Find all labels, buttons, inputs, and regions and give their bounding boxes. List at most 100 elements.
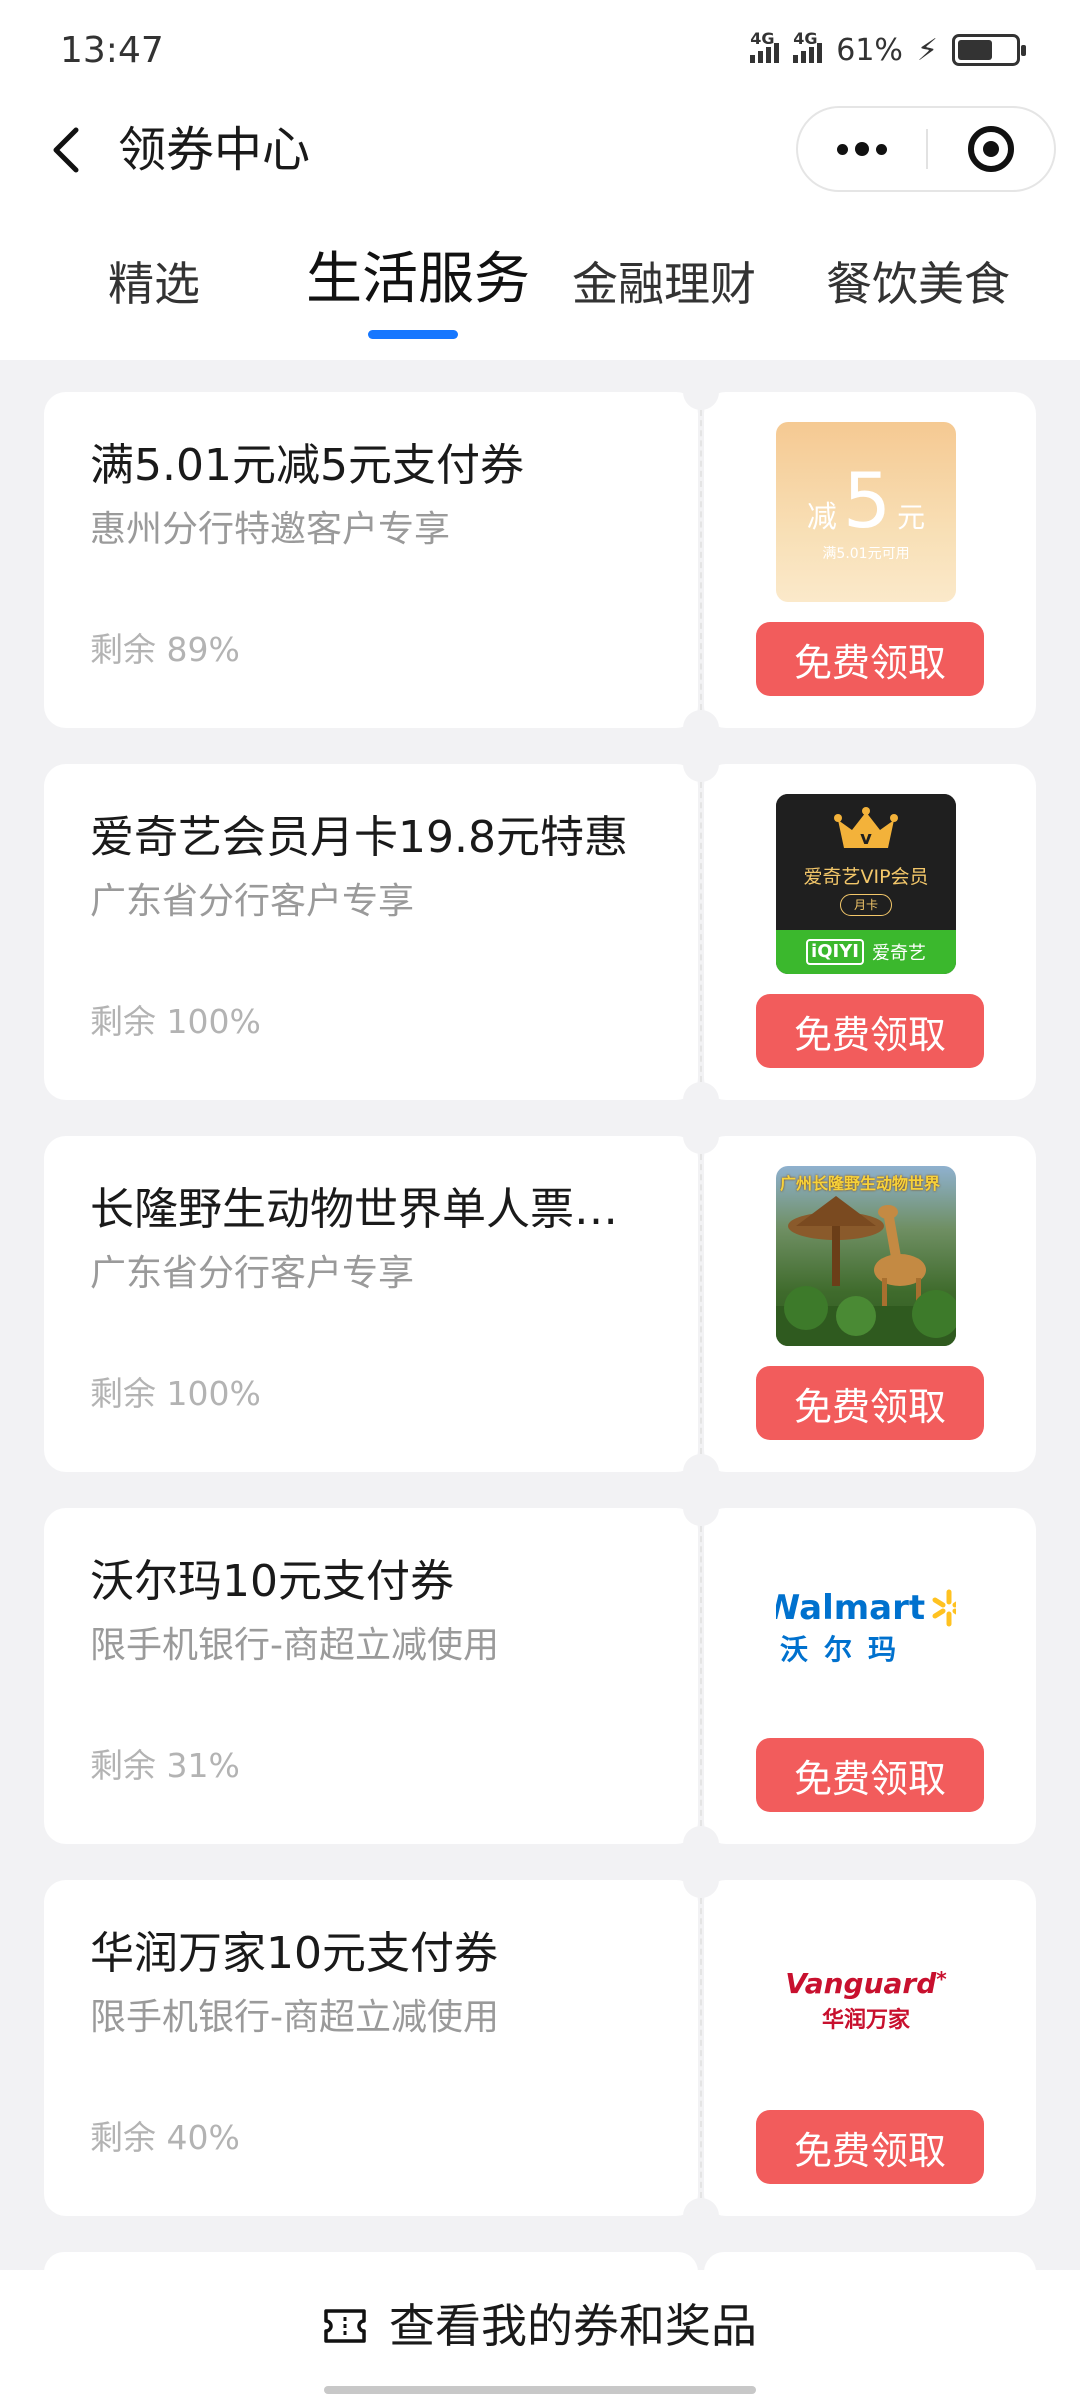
nav-bar: 领券中心: [0, 100, 1080, 200]
bottom-bar: 查看我的券和奖品: [0, 2270, 1080, 2400]
vanguard-cn-label: 华润万家: [821, 2007, 910, 2033]
card-notch: [683, 374, 719, 410]
battery-percent: 61%: [836, 32, 903, 68]
vanguard-en-label: Vanguard*: [785, 1967, 947, 2000]
page-title: 领券中心: [118, 122, 311, 178]
coupon-title: 华润万家10元支付券: [90, 1928, 498, 1979]
vanguard-logo: Vanguard* 华润万家: [776, 1910, 956, 2090]
card-divider: [700, 1898, 702, 2198]
coupon-subtitle: 限手机银行-商超立减使用: [90, 1997, 499, 2038]
more-options-button[interactable]: [798, 108, 926, 190]
claim-button[interactable]: 免费领取: [756, 2110, 984, 2184]
coupon-card: 满5.01元减5元支付券 惠州分行特邀客户专享 剩余 89% 减 5 元 满5.…: [44, 374, 1036, 746]
card-divider: [700, 1154, 702, 1454]
coupon-subtitle: 广东省分行客户专享: [90, 1253, 415, 1294]
walmart-en-label: Walmart: [776, 1588, 926, 1628]
card-divider: [700, 782, 702, 1082]
my-coupons-link[interactable]: 查看我的券和奖品: [0, 2270, 1080, 2400]
back-button[interactable]: [36, 120, 96, 180]
vip-label: 爱奇艺VIP会员: [803, 866, 929, 888]
coupon-action-panel: 广州长隆野生动物世界 免费领取: [704, 1136, 1036, 1472]
close-mini-program-button[interactable]: [928, 108, 1054, 190]
coupon-remaining: 剩余 100%: [90, 1374, 261, 1413]
tab-life-services[interactable]: 生活服务: [306, 240, 530, 320]
claim-button[interactable]: 免费领取: [756, 1738, 984, 1812]
coupon-action-panel: v 爱奇艺VIP会员 月卡 iQIYI 爱奇艺 免费领取: [704, 764, 1036, 1100]
home-indicator: [324, 2386, 756, 2394]
brand-strip: iQIYI 爱奇艺: [776, 930, 956, 974]
spark-icon: [932, 1589, 956, 1627]
battery-icon: [952, 34, 1026, 66]
signal-4g-icon: 4G: [793, 29, 823, 63]
dot-icon: [855, 142, 869, 156]
network-label: 4G: [793, 29, 818, 48]
coupon-title: 爱奇艺会员月卡19.8元特惠: [90, 812, 628, 863]
coupon-card: 爱奇艺会员月卡19.8元特惠 广东省分行客户专享 剩余 100% v 爱奇艺VI…: [44, 746, 1036, 1118]
thumb-unit: 元: [897, 501, 926, 534]
coupon-title: 沃尔玛10元支付券: [90, 1556, 454, 1607]
coupon-remaining: 剩余 31%: [90, 1746, 240, 1785]
tab-finance[interactable]: 金融理财: [572, 244, 756, 324]
coupon-subtitle: 广东省分行客户专享: [90, 881, 415, 922]
coupon-info[interactable]: 华润万家10元支付券 限手机银行-商超立减使用 剩余 40%: [44, 1880, 698, 2216]
coupon-remaining: 剩余 40%: [90, 2118, 240, 2157]
coupon-action-panel: Walmart 沃尔玛 免费领取: [704, 1508, 1036, 1844]
claim-button[interactable]: 免费领取: [756, 1366, 984, 1440]
walmart-wordmark: Walmart: [776, 1588, 956, 1628]
vanguard-wordmark: Vanguard: [785, 1966, 937, 2000]
coupon-card: 长隆野生动物世界单人票… 广东省分行客户专享 剩余 100% 广州长隆野生动物世…: [44, 1118, 1036, 1490]
coupon-remaining: 剩余 89%: [90, 630, 240, 669]
card-notch: [683, 2198, 719, 2234]
coupon-action-panel: Vanguard* 华润万家 免费领取: [704, 1880, 1036, 2216]
card-divider: [700, 410, 702, 710]
category-tabs: 精选 生活服务 金融理财 餐饮美食: [0, 240, 1080, 350]
thumb-amount: 5: [842, 456, 892, 545]
dot-icon: [837, 143, 848, 155]
signal-4g-icon: 4G: [750, 29, 780, 63]
card-notch: [683, 1826, 719, 1862]
coupon-thumbnail: 减 5 元 满5.01元可用: [776, 422, 956, 602]
card-notch: [683, 1490, 719, 1526]
thumb-condition: 满5.01元可用: [822, 546, 910, 562]
coupon-action-panel: 减 5 元 满5.01元可用 免费领取: [704, 392, 1036, 728]
active-tab-indicator: [368, 330, 458, 339]
thumb-prefix: 减: [806, 500, 837, 535]
claim-button[interactable]: 免费领取: [756, 622, 984, 696]
claim-button[interactable]: 免费领取: [756, 994, 984, 1068]
thumb-top: v 爱奇艺VIP会员 月卡: [776, 794, 956, 930]
card-notch: [683, 710, 719, 746]
coupon-title: 长隆野生动物世界单人票…: [90, 1184, 618, 1235]
card-notch: [683, 1862, 719, 1898]
coupon-card: 华润万家10元支付券 限手机银行-商超立减使用 剩余 40% Vanguard*…: [44, 1862, 1036, 2234]
coupon-info[interactable]: 爱奇艺会员月卡19.8元特惠 广东省分行客户专享 剩余 100%: [44, 764, 698, 1100]
my-coupons-label: 查看我的券和奖品: [389, 2299, 757, 2353]
iqiyi-vip-thumbnail: v 爱奇艺VIP会员 月卡 iQIYI 爱奇艺: [776, 794, 956, 974]
mini-program-capsule: [796, 106, 1056, 192]
thumb-caption: 广州长隆野生动物世界: [780, 1174, 941, 1193]
chevron-left-icon: [53, 127, 79, 173]
network-label: 4G: [750, 29, 775, 48]
card-notch: [683, 1082, 719, 1118]
crown-icon: v: [834, 807, 898, 849]
coupon-card: 沃尔玛10元支付券 限手机银行-商超立减使用 剩余 31% Walmart 沃尔…: [44, 1490, 1036, 1862]
brand-name: 爱奇艺: [871, 943, 926, 964]
coupon-subtitle: 惠州分行特邀客户专享: [90, 509, 451, 550]
walmart-cn-label: 沃尔玛: [779, 1633, 912, 1666]
status-bar: 13:47 4G 4G 61% ⚡: [0, 0, 1080, 100]
target-icon: [967, 126, 1014, 172]
card-notch: [683, 1454, 719, 1490]
ticket-icon: [324, 2309, 366, 2343]
iqiyi-logo: iQIYI: [806, 939, 864, 965]
tab-featured[interactable]: 精选: [108, 244, 200, 324]
svg-text:v: v: [860, 828, 872, 849]
status-indicators: 4G 4G 61% ⚡: [750, 29, 1026, 70]
coupon-info[interactable]: 满5.01元减5元支付券 惠州分行特邀客户专享 剩余 89%: [44, 392, 698, 728]
card-notch: [683, 746, 719, 782]
period-label: 月卡: [840, 894, 892, 916]
coupon-info[interactable]: 长隆野生动物世界单人票… 广东省分行客户专享 剩余 100%: [44, 1136, 698, 1472]
dot-icon: [876, 143, 887, 155]
coupon-info[interactable]: 沃尔玛10元支付券 限手机银行-商超立减使用 剩余 31%: [44, 1508, 698, 1844]
coupon-subtitle: 限手机银行-商超立减使用: [90, 1625, 499, 1666]
tab-dining[interactable]: 餐饮美食: [826, 244, 1010, 324]
star-icon: *: [936, 1966, 947, 1991]
